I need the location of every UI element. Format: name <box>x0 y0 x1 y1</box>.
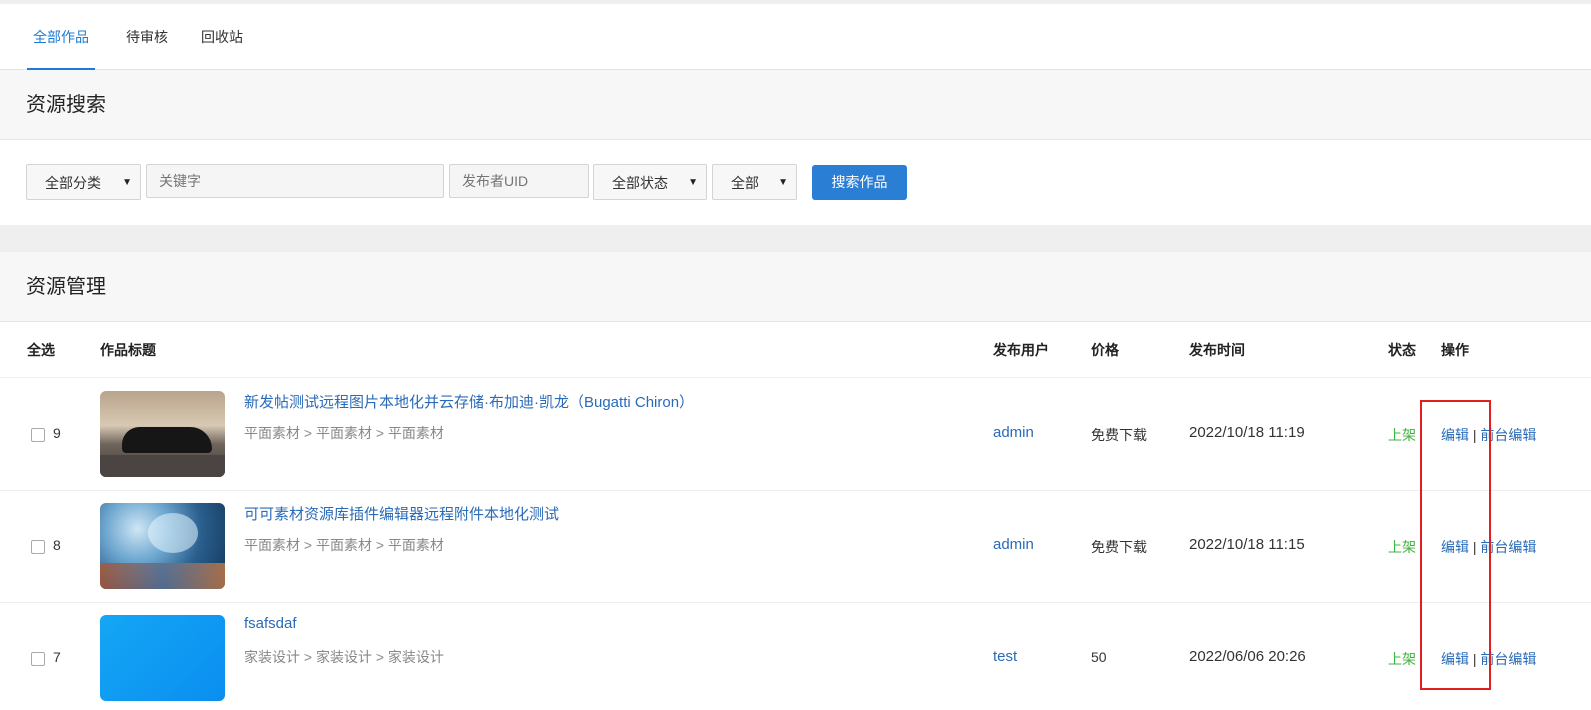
status-select[interactable]: 全部状态 ▼ <box>593 164 707 200</box>
publish-time: 2022/06/06 20:26 <box>1189 648 1306 665</box>
action-separator: | <box>1472 539 1477 555</box>
status-badge: 上架 <box>1388 539 1416 555</box>
work-title-link[interactable]: fsafsdaf <box>244 615 297 632</box>
tab-all-works[interactable]: 全部作品 <box>27 4 95 70</box>
row-checkbox[interactable] <box>31 428 45 442</box>
table-row: 8 可可素材资源库插件编辑器远程附件本地化测试 平面素材 > 平面素材 > 平面… <box>0 491 1591 603</box>
chevron-down-icon: ▼ <box>122 177 132 188</box>
category-path: 平面素材 > 平面素材 > 平面素材 <box>244 425 444 441</box>
row-actions: 编辑 | 前台编辑 <box>1441 425 1536 445</box>
price: 免费下载 <box>1091 539 1147 555</box>
category-path: 家装设计 > 家装设计 > 家装设计 <box>244 649 444 665</box>
chevron-down-icon: ▼ <box>778 177 788 188</box>
keyword-input[interactable] <box>146 164 444 198</box>
thumbnail-image[interactable] <box>100 503 225 589</box>
row-id: 7 <box>53 649 61 665</box>
row-checkbox[interactable] <box>31 652 45 666</box>
status-badge: 上架 <box>1388 651 1416 667</box>
edit-link[interactable]: 编辑 <box>1441 427 1469 443</box>
tab-recycle-bin[interactable]: 回收站 <box>201 4 243 70</box>
search-panel: 资源搜索 全部分类 ▼ 全部状态 ▼ 全部 ▼ 搜索作品 <box>0 70 1591 225</box>
table-row: 9 新发帖测试远程图片本地化并云存储·布加迪·凯龙（Bugatti Chiron… <box>0 379 1591 491</box>
manage-heading: 资源管理 <box>0 252 1591 322</box>
front-edit-link[interactable]: 前台编辑 <box>1480 651 1536 667</box>
tab-pending-review[interactable]: 待审核 <box>126 4 168 70</box>
row-checkbox[interactable] <box>31 540 45 554</box>
table-row: 7 fsafsdaf 家装设计 > 家装设计 > 家装设计 test 50 20… <box>0 603 1591 710</box>
category-select[interactable]: 全部分类 ▼ <box>26 164 141 200</box>
search-row: 全部分类 ▼ 全部状态 ▼ 全部 ▼ 搜索作品 <box>0 164 1591 200</box>
status-select-value: 全部状态 <box>612 175 668 191</box>
row-actions: 编辑 | 前台编辑 <box>1441 649 1536 669</box>
front-edit-link[interactable]: 前台编辑 <box>1480 539 1536 555</box>
publish-time: 2022/10/18 11:15 <box>1189 536 1305 553</box>
search-heading: 资源搜索 <box>0 70 1591 140</box>
search-works-button[interactable]: 搜索作品 <box>812 165 907 200</box>
action-separator: | <box>1472 651 1477 667</box>
edit-link[interactable]: 编辑 <box>1441 651 1469 667</box>
manage-panel: 资源管理 全选 作品标题 发布用户 价格 发布时间 状态 操作 9 新发帖测试远… <box>0 252 1591 710</box>
uid-input[interactable] <box>449 164 589 198</box>
action-separator: | <box>1472 427 1477 443</box>
time-header: 发布时间 <box>1189 342 1245 358</box>
all-select-value: 全部 <box>731 175 759 191</box>
publisher-link[interactable]: admin <box>993 536 1034 553</box>
tab-bar: 全部作品 待审核 回收站 <box>0 4 1591 70</box>
thumbnail-image[interactable] <box>100 391 225 477</box>
row-id: 9 <box>53 425 61 441</box>
publish-time: 2022/10/18 11:19 <box>1189 424 1305 441</box>
category-path: 平面素材 > 平面素材 > 平面素材 <box>244 537 444 553</box>
user-header: 发布用户 <box>993 342 1049 358</box>
page: 全部作品 待审核 回收站 资源搜索 全部分类 ▼ 全部状态 ▼ 全部 ▼ 搜索作… <box>0 0 1591 710</box>
work-title-link[interactable]: 可可素材资源库插件编辑器远程附件本地化测试 <box>244 503 559 524</box>
price-header: 价格 <box>1091 342 1119 358</box>
title-header: 作品标题 <box>100 342 156 358</box>
price: 免费下载 <box>1091 427 1147 443</box>
row-id: 8 <box>53 537 61 553</box>
work-title-link[interactable]: 新发帖测试远程图片本地化并云存储·布加迪·凯龙（Bugatti Chiron） <box>244 391 694 412</box>
edit-link[interactable]: 编辑 <box>1441 539 1469 555</box>
select-all-header[interactable]: 全选 <box>27 322 55 378</box>
table-header: 全选 作品标题 发布用户 价格 发布时间 状态 操作 <box>0 322 1591 378</box>
thumbnail-image[interactable] <box>100 615 225 701</box>
status-badge: 上架 <box>1388 427 1416 443</box>
publisher-link[interactable]: admin <box>993 424 1034 441</box>
all-select[interactable]: 全部 ▼ <box>712 164 797 200</box>
ops-header: 操作 <box>1441 342 1469 358</box>
publisher-link[interactable]: test <box>993 648 1017 665</box>
row-actions: 编辑 | 前台编辑 <box>1441 537 1536 557</box>
status-header: 状态 <box>1388 342 1416 358</box>
front-edit-link[interactable]: 前台编辑 <box>1480 427 1536 443</box>
chevron-down-icon: ▼ <box>688 177 698 188</box>
price: 50 <box>1091 649 1107 665</box>
category-select-value: 全部分类 <box>45 175 101 191</box>
